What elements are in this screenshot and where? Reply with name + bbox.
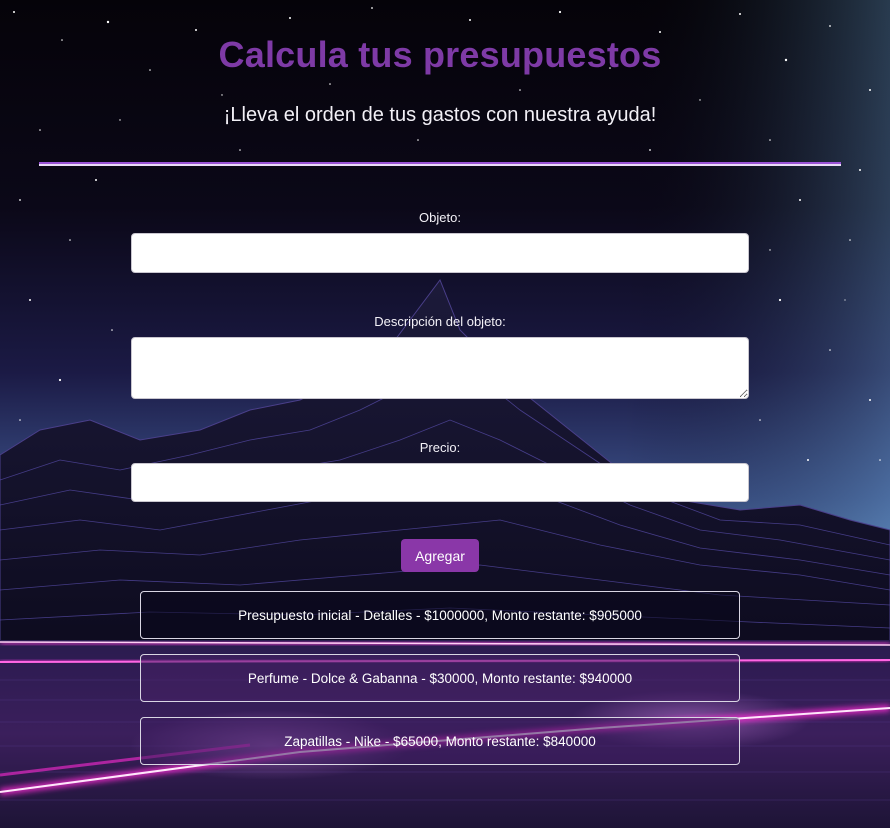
- header-divider: [39, 162, 841, 166]
- page-title: Calcula tus presupuestos: [218, 34, 662, 75]
- price-input[interactable]: [131, 463, 749, 502]
- page-subtitle: ¡Lleva el orden de tus gastos con nuestr…: [223, 104, 657, 126]
- object-input[interactable]: [131, 233, 749, 273]
- budget-list: Presupuesto inicial - Detalles - $100000…: [140, 591, 740, 780]
- description-label: Descripción del objeto:: [374, 314, 506, 329]
- budget-list-item: Zapatillas - Nike - $65000, Monto restan…: [140, 717, 740, 765]
- price-label: Precio:: [419, 440, 461, 455]
- budget-list-item: Presupuesto inicial - Detalles - $100000…: [140, 591, 740, 639]
- add-button[interactable]: Agregar: [401, 539, 479, 572]
- description-textarea[interactable]: [131, 337, 749, 399]
- object-label: Objeto:: [419, 210, 461, 225]
- app-content: Calcula tus presupuestos ¡Lleva el orden…: [0, 0, 890, 828]
- budget-list-item: Perfume - Dolce & Gabanna - $30000, Mont…: [140, 654, 740, 702]
